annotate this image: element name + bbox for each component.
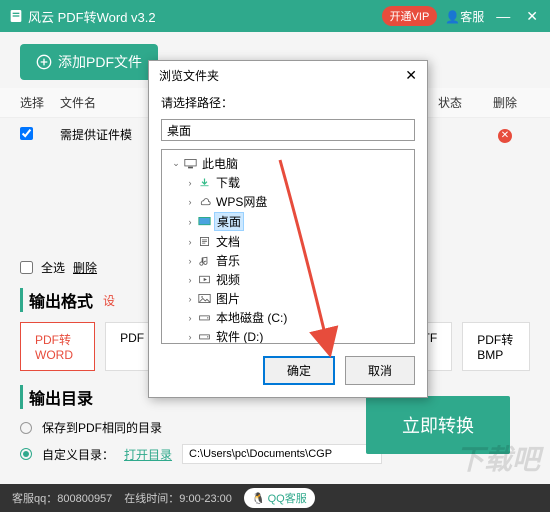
tree-pics[interactable]: 图片 bbox=[214, 290, 242, 307]
dialog-label: 请选择路径： bbox=[149, 90, 427, 115]
ok-button[interactable]: 确定 bbox=[263, 356, 335, 385]
expand-icon[interactable]: › bbox=[185, 217, 195, 227]
convert-button[interactable]: 立即转换 bbox=[366, 396, 510, 454]
cloud-icon bbox=[198, 196, 211, 207]
disk-icon bbox=[198, 312, 211, 323]
video-icon bbox=[198, 274, 211, 285]
expand-icon[interactable]: › bbox=[185, 178, 195, 188]
expand-icon[interactable]: › bbox=[185, 237, 195, 247]
format-word[interactable]: PDF转WORD bbox=[20, 322, 95, 371]
status-qq: 客服qq：800800957 bbox=[12, 490, 112, 506]
radio-custom-dir[interactable] bbox=[20, 448, 32, 460]
cancel-button[interactable]: 取消 bbox=[345, 356, 415, 385]
settings-link[interactable]: 设 bbox=[103, 292, 115, 309]
col-status: 状态 bbox=[420, 94, 480, 111]
app-title: 风云 PDF转Word v3.2 bbox=[28, 7, 156, 26]
computer-icon bbox=[184, 158, 197, 169]
path-input[interactable] bbox=[182, 444, 382, 464]
collapse-icon[interactable]: ⌄ bbox=[171, 158, 181, 169]
browse-folder-dialog: 浏览文件夹 ✕ 请选择路径： ⌄ 此电脑 › 下载 › WPS网盘 › 桌面 › 文档 ›… bbox=[148, 60, 428, 398]
tree-root[interactable]: 此电脑 bbox=[200, 155, 240, 172]
dialog-path-input[interactable] bbox=[161, 119, 415, 141]
tree-soft[interactable]: 软件 (D:) bbox=[214, 328, 265, 344]
row-delete-icon[interactable]: ✕ bbox=[498, 129, 512, 143]
title-bar: 风云 PDF转Word v3.2 开通VIP 👤客服 — ✕ bbox=[0, 0, 550, 32]
pics-icon bbox=[198, 293, 211, 304]
select-all-checkbox[interactable] bbox=[20, 261, 33, 274]
expand-icon[interactable]: › bbox=[185, 313, 195, 323]
dialog-title: 浏览文件夹 bbox=[159, 67, 219, 84]
tree-localdisk[interactable]: 本地磁盘 (C:) bbox=[214, 309, 289, 326]
vip-button[interactable]: 开通VIP bbox=[382, 6, 438, 26]
open-dir-link[interactable]: 打开目录 bbox=[124, 446, 172, 463]
delete-selected[interactable]: 删除 bbox=[73, 259, 97, 276]
tree-docs[interactable]: 文档 bbox=[214, 233, 242, 250]
close-button[interactable]: ✕ bbox=[522, 8, 542, 25]
expand-icon[interactable]: › bbox=[185, 197, 195, 207]
col-select: 选择 bbox=[20, 94, 60, 111]
music-icon bbox=[198, 255, 211, 266]
format-bmp[interactable]: PDF转BMP bbox=[462, 322, 530, 371]
app-icon bbox=[8, 8, 24, 24]
tree-desktop[interactable]: 桌面 bbox=[214, 212, 244, 231]
tree-downloads[interactable]: 下载 bbox=[214, 174, 242, 191]
select-all-label: 全选 bbox=[41, 259, 65, 276]
tree-music[interactable]: 音乐 bbox=[214, 252, 242, 269]
qq-service-button[interactable]: 🐧QQ客服 bbox=[244, 488, 315, 508]
radio-same-dir[interactable] bbox=[20, 422, 32, 434]
dialog-close-icon[interactable]: ✕ bbox=[405, 67, 417, 84]
tree-video[interactable]: 视频 bbox=[214, 271, 242, 288]
minimize-button[interactable]: — bbox=[492, 8, 514, 24]
expand-icon[interactable]: › bbox=[185, 275, 195, 285]
col-delete: 删除 bbox=[480, 94, 530, 111]
service-link[interactable]: 👤客服 bbox=[445, 8, 484, 25]
disk-icon bbox=[198, 331, 211, 342]
desktop-icon bbox=[198, 216, 211, 227]
add-file-button[interactable]: 添加PDF文件 bbox=[20, 44, 158, 80]
plus-icon bbox=[36, 54, 52, 70]
status-hours: 在线时间：9:00-23:00 bbox=[124, 490, 232, 506]
expand-icon[interactable]: › bbox=[185, 332, 195, 342]
expand-icon[interactable]: › bbox=[185, 294, 195, 304]
folder-tree[interactable]: ⌄ 此电脑 › 下载 › WPS网盘 › 桌面 › 文档 › 音乐 › 视频 › 图片 › 本地磁… bbox=[161, 149, 415, 344]
expand-icon[interactable]: › bbox=[185, 256, 195, 266]
custom-dir-label: 自定义目录： bbox=[42, 446, 114, 463]
download-icon bbox=[198, 177, 211, 188]
docs-icon bbox=[198, 236, 211, 247]
row-checkbox[interactable] bbox=[20, 127, 33, 140]
same-dir-label: 保存到PDF相同的目录 bbox=[42, 419, 162, 436]
status-bar: 客服qq：800800957 在线时间：9:00-23:00 🐧QQ客服 bbox=[0, 484, 550, 512]
tree-wps[interactable]: WPS网盘 bbox=[214, 193, 269, 210]
